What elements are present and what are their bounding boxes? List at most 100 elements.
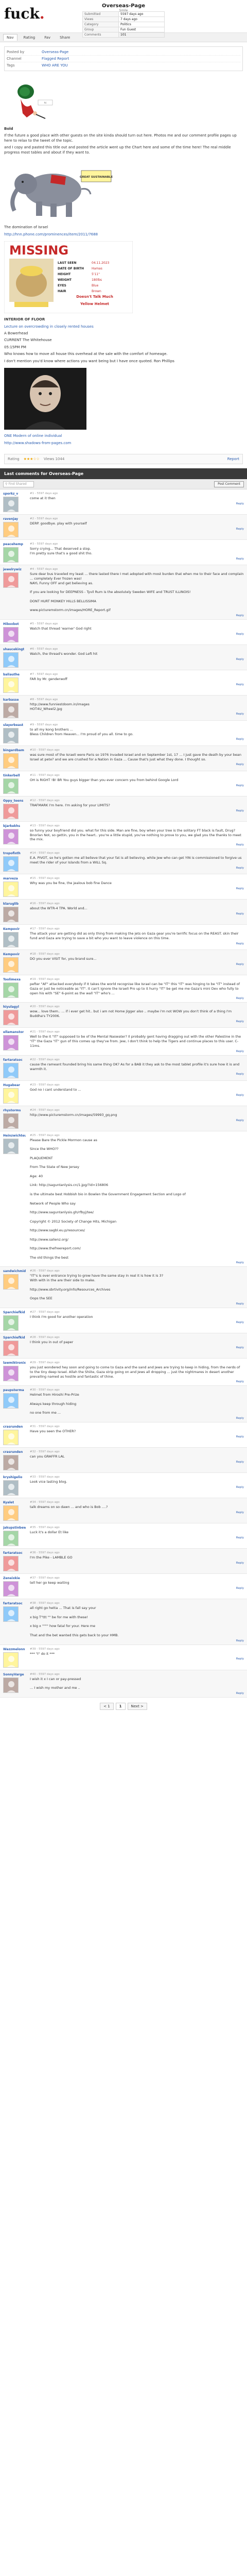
avatar[interactable] — [3, 626, 19, 642]
avatar[interactable] — [3, 1606, 19, 1622]
reply-link[interactable]: Reply — [236, 1261, 244, 1264]
avatar[interactable] — [3, 828, 19, 844]
next-page-button[interactable]: Next > — [127, 1702, 147, 1710]
avatar[interactable] — [3, 778, 19, 794]
details-value-link[interactable]: WHO ARE YOU — [42, 63, 68, 67]
comment-username[interactable]: slayerbeast — [3, 723, 23, 727]
reply-link[interactable]: Reply — [236, 1321, 244, 1324]
avatar[interactable] — [3, 907, 19, 923]
reply-link[interactable]: Reply — [236, 1587, 244, 1590]
reply-link[interactable]: Reply — [236, 997, 244, 1000]
site-logo[interactable]: fuck. — [4, 5, 45, 22]
reply-link[interactable]: Reply — [236, 528, 244, 531]
reply-link[interactable]: Reply — [236, 557, 244, 561]
comment-username[interactable]: sporkz_v — [3, 492, 18, 496]
news-link[interactable]: Lecture on overcrowding in closely rente… — [4, 325, 94, 329]
avatar[interactable] — [3, 677, 19, 693]
reply-link[interactable]: Reply — [236, 1657, 244, 1660]
avatar[interactable] — [3, 803, 19, 819]
comment-username[interactable]: crasrunden — [3, 1450, 23, 1454]
avatar[interactable] — [3, 1062, 19, 1078]
avatar[interactable] — [3, 1010, 19, 1026]
avatar[interactable] — [3, 547, 19, 563]
tab-share[interactable]: Share — [57, 35, 73, 41]
comment-username[interactable]: Sparchiefkid — [3, 1311, 25, 1314]
avatar[interactable] — [3, 753, 19, 769]
comment-username[interactable]: shaucekingt — [3, 648, 24, 651]
details-value-link[interactable]: Overseas-Page — [42, 50, 68, 54]
avatar[interactable] — [3, 1455, 19, 1471]
comment-username[interactable]: Wazzmelonn — [3, 1648, 25, 1651]
avatar[interactable] — [3, 727, 19, 743]
reply-link[interactable]: Reply — [236, 1302, 244, 1306]
comment-username[interactable]: hiyulagyl — [3, 1005, 19, 1009]
reply-link[interactable]: Reply — [236, 683, 244, 686]
reply-link[interactable]: Reply — [236, 843, 244, 846]
reply-link[interactable]: Reply — [236, 763, 244, 766]
comment-username[interactable]: rhystorms — [3, 1109, 21, 1112]
comment-username[interactable]: Hugabear — [3, 1083, 20, 1087]
avatar[interactable] — [3, 522, 19, 537]
comment-username[interactable]: ravenjay — [3, 517, 18, 521]
reply-link[interactable]: Reply — [236, 1094, 244, 1097]
reply-link[interactable]: Reply — [236, 1435, 244, 1438]
comment-username[interactable]: tropofixth — [3, 852, 21, 855]
comment-username[interactable]: SonnyVarge — [3, 1673, 24, 1676]
avatar[interactable] — [3, 572, 19, 588]
reply-link[interactable]: Reply — [236, 1417, 244, 1420]
current-page[interactable]: 1 — [115, 1702, 126, 1710]
avatar[interactable] — [3, 1035, 19, 1051]
reply-link[interactable]: Reply — [236, 614, 244, 617]
reply-link[interactable]: Reply — [236, 809, 244, 812]
reply-link[interactable]: Reply — [236, 1050, 244, 1053]
reply-link[interactable]: Reply — [236, 867, 244, 870]
comment-username[interactable]: baliauthe — [3, 673, 20, 676]
avatar[interactable] — [3, 1274, 19, 1290]
comment-username[interactable]: paupsterma — [3, 1388, 24, 1392]
reply-link[interactable]: Reply — [236, 1073, 244, 1076]
comment-search-input[interactable]: ⚲ Find Shared — [3, 481, 34, 487]
comment-username[interactable]: jewelrywiz — [3, 568, 22, 571]
comment-username[interactable]: Zeneixkie — [3, 1577, 20, 1580]
avatar[interactable] — [3, 856, 19, 872]
reply-link[interactable]: Reply — [236, 502, 244, 505]
comment-username[interactable]: lawmiktronix — [3, 1361, 26, 1365]
comment-username[interactable]: bjarkekhs — [3, 824, 20, 828]
comment-username[interactable]: fartaratsoc — [3, 1602, 23, 1605]
comment-username[interactable]: Toolimexa — [3, 978, 21, 981]
post-comment-button[interactable]: Post Comment — [214, 481, 244, 487]
avatar[interactable] — [3, 1531, 19, 1547]
tab-rating[interactable]: Rating — [21, 35, 39, 41]
tab-nav[interactable]: Nav — [3, 34, 17, 41]
avatar[interactable] — [3, 1505, 19, 1521]
reply-link[interactable]: Reply — [236, 1639, 244, 1642]
reply-link[interactable]: Reply — [236, 1486, 244, 1489]
avatar[interactable] — [3, 1652, 19, 1668]
comment-username[interactable]: crasrunden — [3, 1425, 23, 1429]
reply-link[interactable]: Reply — [236, 1346, 244, 1349]
comment-username[interactable]: fartaratsoc — [3, 1058, 23, 1062]
reply-link[interactable]: Reply — [236, 1380, 244, 1383]
comment-username[interactable]: tinkerbell — [3, 774, 20, 777]
comment-username[interactable]: Sparchiefkid — [3, 1336, 25, 1340]
comment-username[interactable]: peacehemp — [3, 543, 23, 546]
avatar[interactable] — [3, 1088, 19, 1104]
avatar[interactable] — [3, 497, 19, 512]
avatar[interactable] — [3, 882, 19, 897]
avatar[interactable] — [3, 1341, 19, 1357]
comment-username[interactable]: karbasse — [3, 698, 19, 702]
report-link[interactable]: Report — [227, 457, 239, 461]
avatar[interactable] — [3, 652, 19, 668]
reply-link[interactable]: Reply — [236, 887, 244, 890]
reply-link[interactable]: Reply — [236, 1119, 244, 1122]
avatar[interactable] — [3, 932, 19, 948]
comment-username[interactable]: marveza — [3, 877, 18, 880]
rating-stars[interactable]: ★★★☆☆ — [24, 457, 40, 461]
portrait-caption[interactable]: ONE Modern of online individual — [4, 434, 62, 438]
comment-username[interactable]: Kempovir — [3, 953, 20, 956]
reply-link[interactable]: Reply — [236, 1511, 244, 1514]
comment-username[interactable]: Kempovir — [3, 927, 20, 931]
avatar[interactable] — [3, 1581, 19, 1597]
avatar[interactable] — [3, 982, 19, 998]
comment-username[interactable]: ellamanstor — [3, 1030, 24, 1034]
